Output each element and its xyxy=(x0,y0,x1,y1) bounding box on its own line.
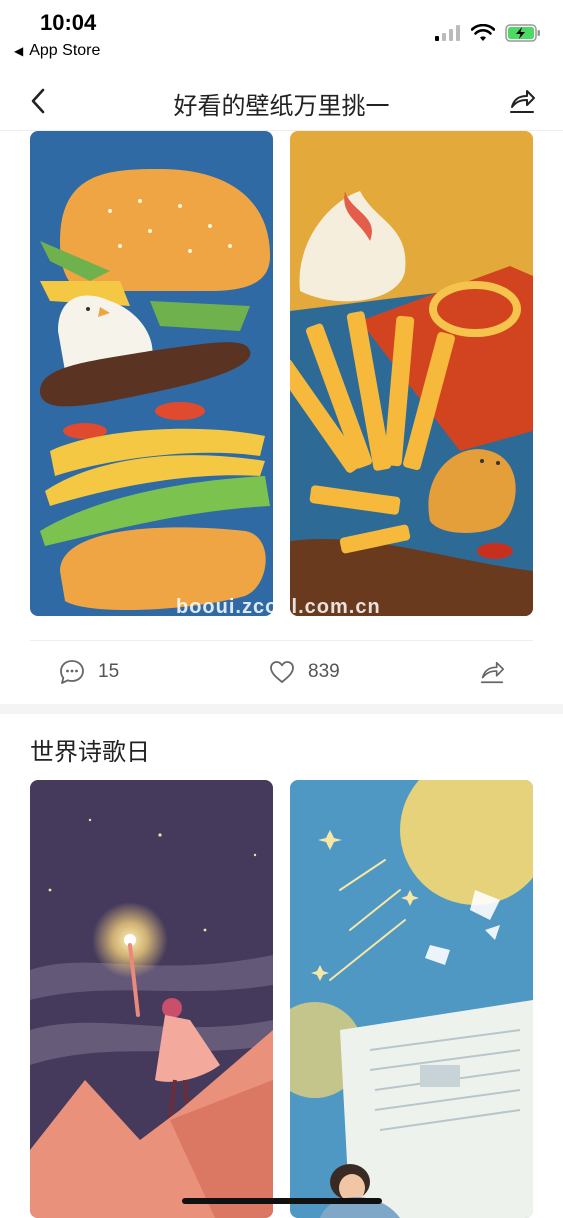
section-separator xyxy=(0,704,563,714)
comment-button[interactable]: 15 xyxy=(58,658,119,686)
status-time: 10:04 xyxy=(40,10,97,35)
comment-count: 15 xyxy=(98,661,120,682)
share-icon[interactable] xyxy=(507,86,537,116)
status-bar: 10:04 ◀ App Store xyxy=(0,0,563,70)
burger-wallpaper-image[interactable] xyxy=(30,131,273,616)
back-to-app-store[interactable]: ◀ App Store xyxy=(14,42,100,60)
page-title: 好看的壁纸万里挑一 xyxy=(173,93,390,120)
like-button[interactable]: 839 xyxy=(268,658,340,686)
back-app-label: App Store xyxy=(29,42,101,59)
wifi-icon xyxy=(471,24,495,41)
heart-icon xyxy=(270,661,294,683)
battery-charging-icon xyxy=(505,24,540,42)
post-title: 世界诗歌日 xyxy=(30,739,150,766)
night-girl-wallpaper-image[interactable] xyxy=(30,780,273,1218)
status-icons xyxy=(435,24,541,42)
post-share-button[interactable] xyxy=(478,658,506,686)
post-divider xyxy=(30,640,533,641)
fries-illustration xyxy=(290,131,533,616)
back-triangle-icon: ◀ xyxy=(14,44,24,58)
home-indicator xyxy=(182,1198,382,1204)
fries-wallpaper-image[interactable] xyxy=(290,131,533,616)
signal-icon xyxy=(435,25,460,41)
watermark-text: booui.zcool.com.cn xyxy=(176,596,381,618)
post-actions: 15 839 xyxy=(0,648,563,696)
sky-illustration xyxy=(290,780,533,1218)
nav-bar: 好看的壁纸万里挑一 xyxy=(0,72,563,131)
burger-illustration xyxy=(30,131,273,616)
sky-reader-wallpaper-image[interactable] xyxy=(290,780,533,1218)
like-count: 839 xyxy=(308,661,340,682)
night-illustration xyxy=(30,780,273,1218)
share-icon xyxy=(480,661,505,684)
comment-icon xyxy=(60,660,84,684)
